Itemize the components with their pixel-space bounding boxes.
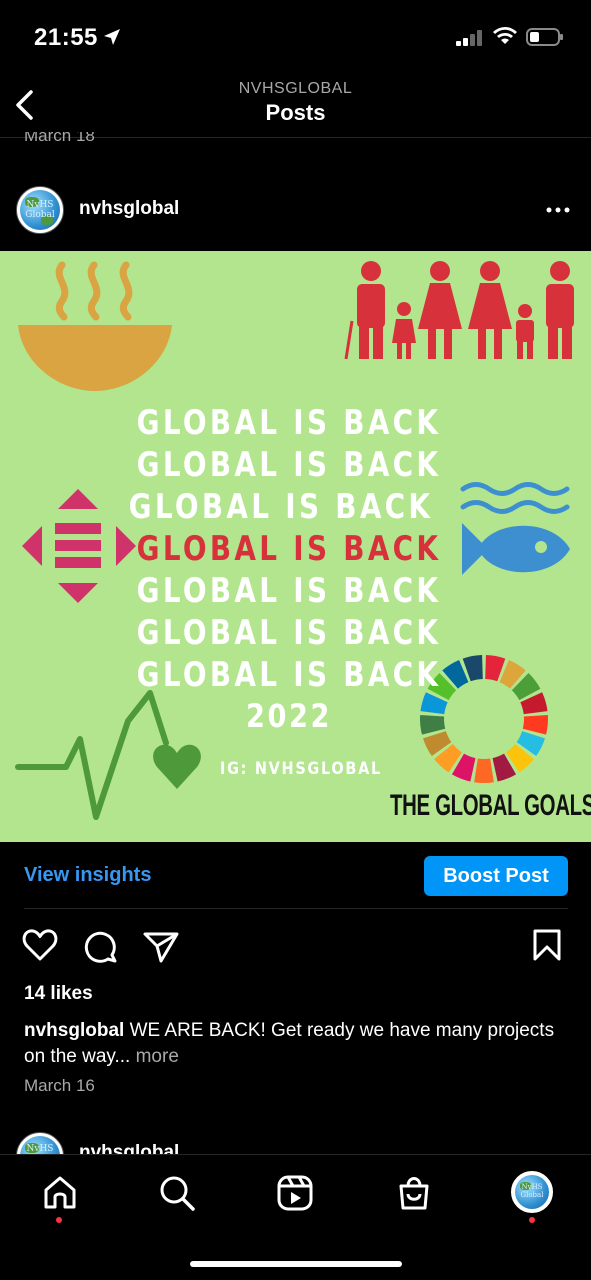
battery-icon (526, 28, 563, 46)
profile-notification-dot (529, 1217, 535, 1223)
search-icon[interactable] (157, 1173, 197, 1213)
image-ig-handle: IG: NVHSGLOBAL (220, 759, 382, 779)
image-line-6: GLOBAL IS BACK (136, 613, 442, 653)
post-username[interactable]: nvhsglobal (79, 198, 179, 220)
image-line-5: GLOBAL IS BACK (136, 571, 442, 611)
cellular-signal-icon (456, 30, 482, 46)
sdg-segment (474, 758, 494, 784)
share-send-icon[interactable] (142, 930, 180, 964)
status-time: 21:55 (34, 24, 98, 51)
caption-more-link[interactable]: more (130, 1046, 179, 1067)
divider (24, 908, 568, 909)
image-year: 2022 (246, 697, 332, 735)
previous-post-date: March 18 (24, 132, 95, 145)
home-icon[interactable] (40, 1173, 80, 1213)
global-goals-logo-text: THE GLOBAL GOALS (390, 789, 591, 822)
nav-header: NVHSGLOBAL Posts (0, 76, 591, 138)
image-line-3: GLOBAL IS BACK (128, 487, 434, 527)
reels-icon[interactable] (275, 1173, 315, 1213)
view-insights-link[interactable]: View insights (24, 864, 151, 887)
image-line-4-highlight: GLOBAL IS BACK (136, 529, 442, 569)
avatar[interactable]: NvHS Global (16, 186, 64, 234)
location-icon (104, 29, 120, 45)
status-bar: 21:55 (0, 0, 591, 76)
post-date: March 16 (24, 1076, 95, 1095)
wifi-icon (493, 27, 517, 44)
caption-username[interactable]: nvhsglobal (24, 1020, 124, 1041)
home-indicator (190, 1261, 402, 1267)
header-title: Posts (265, 100, 326, 125)
shop-icon[interactable] (394, 1173, 434, 1213)
avatar-text: NvHS Global (25, 200, 55, 220)
profile-icon[interactable]: NvHS Global (511, 1171, 553, 1213)
header-account: NVHSGLOBAL (238, 80, 353, 97)
boost-post-button[interactable]: Boost Post (424, 856, 568, 896)
image-line-1: GLOBAL IS BACK (136, 403, 442, 443)
home-notification-dot (56, 1217, 62, 1223)
image-line-7: GLOBAL IS BACK (136, 655, 442, 695)
next-post-username[interactable]: nvhsglobal (79, 1142, 179, 1154)
likes-count[interactable]: 14 likes (24, 983, 93, 1005)
image-line-2: GLOBAL IS BACK (136, 445, 442, 485)
next-post-peek: NvHS nvhsglobal (0, 1130, 591, 1154)
comment-icon[interactable] (82, 928, 118, 964)
next-post-avatar[interactable]: NvHS (16, 1132, 64, 1154)
save-bookmark-icon[interactable] (532, 928, 562, 962)
like-heart-icon[interactable] (22, 928, 58, 962)
post-caption: nvhsglobal WE ARE BACK! Get ready we hav… (24, 1018, 569, 1070)
more-options-icon[interactable] (546, 200, 570, 220)
post-image[interactable]: GLOBAL IS BACK GLOBAL IS BACK GLOBAL IS … (0, 251, 591, 842)
